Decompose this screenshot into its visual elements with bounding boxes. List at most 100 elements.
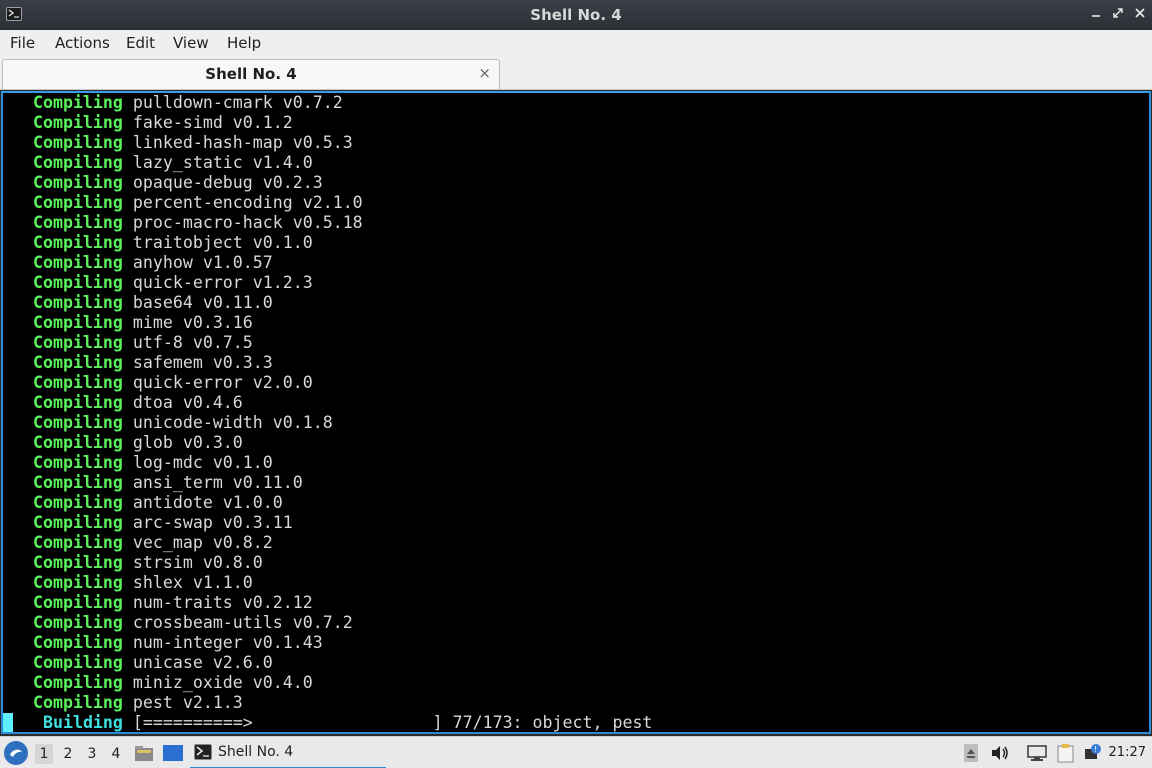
crate-name: mime v0.3.16 (122, 313, 253, 332)
terminal-line: Compiling anyhow v1.0.57 (3, 253, 652, 273)
building-keyword: Building (42, 713, 123, 732)
terminal-line: Compiling safemem v0.3.3 (3, 353, 652, 373)
terminal-line: Compiling opaque-debug v0.2.3 (3, 173, 652, 193)
menu-help[interactable]: Help (227, 34, 261, 52)
terminal-cursor (3, 713, 13, 732)
terminal-line: Compiling unicode-width v0.1.8 (3, 413, 652, 433)
compiling-keyword: Compiling (32, 473, 123, 492)
terminal-line: Compiling traitobject v0.1.0 (3, 233, 652, 253)
volume-icon[interactable] (990, 744, 1010, 762)
compiling-keyword: Compiling (32, 653, 123, 672)
clock[interactable]: 21:27 (1109, 745, 1146, 760)
desktop-4[interactable]: 4 (107, 744, 125, 764)
terminal-line: Compiling vec_map v0.8.2 (3, 533, 652, 553)
terminal-line: Compiling proc-macro-hack v0.5.18 (3, 213, 652, 233)
crate-name: glob v0.3.0 (122, 433, 243, 452)
terminal-line: Compiling unicase v2.6.0 (3, 653, 652, 673)
crate-name: shlex v1.1.0 (122, 573, 253, 592)
compiling-keyword: Compiling (32, 293, 123, 312)
terminal-line: Compiling percent-encoding v2.1.0 (3, 193, 652, 213)
eject-icon[interactable] (964, 744, 978, 762)
window-titlebar: Shell No. 4 (0, 0, 1152, 30)
tab-shell[interactable]: Shell No. 4 × (2, 59, 500, 89)
crate-name: quick-error v1.2.3 (122, 273, 313, 292)
crate-name: fake-simd v0.1.2 (122, 113, 293, 132)
terminal-line: Compiling arc-swap v0.3.11 (3, 513, 652, 533)
terminal-line: Compiling num-integer v0.1.43 (3, 633, 652, 653)
svg-text:!: ! (1094, 745, 1097, 754)
network-icon[interactable] (1027, 744, 1047, 762)
crate-name: num-traits v0.2.12 (122, 593, 313, 612)
terminal-line: Compiling antidote v1.0.0 (3, 493, 652, 513)
compiling-keyword: Compiling (32, 553, 123, 572)
compiling-keyword: Compiling (32, 673, 123, 692)
compiling-keyword: Compiling (32, 193, 123, 212)
compiling-keyword: Compiling (32, 93, 123, 112)
compiling-keyword: Compiling (32, 433, 123, 452)
terminal-line: Compiling mime v0.3.16 (3, 313, 652, 333)
desktop-2[interactable]: 2 (59, 744, 77, 764)
crate-name: percent-encoding v2.1.0 (122, 193, 363, 212)
crate-name: anyhow v1.0.57 (122, 253, 273, 272)
start-menu-icon[interactable] (4, 741, 28, 765)
tab-close-icon[interactable]: × (478, 64, 491, 82)
compiling-keyword: Compiling (32, 113, 123, 132)
terminal-line: Compiling shlex v1.1.0 (3, 573, 652, 593)
compiling-keyword: Compiling (32, 513, 123, 532)
compiling-keyword: Compiling (32, 253, 123, 272)
compiling-keyword: Compiling (32, 453, 123, 472)
show-desktop-icon[interactable] (162, 743, 184, 763)
notification-icon[interactable]: ! (1082, 743, 1102, 763)
crate-name: num-integer v0.1.43 (122, 633, 323, 652)
crate-name: strsim v0.8.0 (122, 553, 263, 572)
compiling-keyword: Compiling (32, 593, 123, 612)
terminal-line: Compiling miniz_oxide v0.4.0 (3, 673, 652, 693)
desktop-1[interactable]: 1 (35, 744, 53, 764)
menu-view[interactable]: View (173, 34, 209, 52)
menu-edit[interactable]: Edit (126, 34, 155, 52)
terminal-line: Compiling strsim v0.8.0 (3, 553, 652, 573)
menu-actions[interactable]: Actions (55, 34, 110, 52)
terminal-line: Compiling ansi_term v0.11.0 (3, 473, 652, 493)
compiling-keyword: Compiling (32, 333, 123, 352)
crate-name: pulldown-cmark v0.7.2 (122, 93, 343, 112)
compiling-keyword: Compiling (32, 313, 123, 332)
crate-name: opaque-debug v0.2.3 (122, 173, 323, 192)
clipboard-icon[interactable] (1055, 743, 1077, 763)
crate-name: utf-8 v0.7.5 (122, 333, 253, 352)
build-progress-text: 77/173: object, pest (442, 713, 653, 732)
compiling-keyword: Compiling (32, 633, 123, 652)
compiling-keyword: Compiling (32, 233, 123, 252)
compiling-keyword: Compiling (32, 133, 123, 152)
terminal-line: Compiling pulldown-cmark v0.7.2 (3, 93, 652, 113)
terminal-line: Compiling num-traits v0.2.12 (3, 593, 652, 613)
menu-file[interactable]: File (10, 34, 35, 52)
crate-name: proc-macro-hack v0.5.18 (122, 213, 363, 232)
crate-name: antidote v1.0.0 (122, 493, 283, 512)
close-icon[interactable] (1130, 5, 1150, 25)
terminal-icon (194, 744, 212, 760)
task-label: Shell No. 4 (218, 744, 294, 760)
crate-name: arc-swap v0.3.11 (122, 513, 293, 532)
compiling-keyword: Compiling (32, 353, 123, 372)
crate-name: lazy_static v1.4.0 (122, 153, 313, 172)
compiling-keyword: Compiling (32, 213, 123, 232)
desktop-3[interactable]: 3 (83, 744, 101, 764)
crate-name: traitobject v0.1.0 (122, 233, 313, 252)
compiling-keyword: Compiling (32, 273, 123, 292)
crate-name: vec_map v0.8.2 (122, 533, 273, 552)
terminal-line: Compiling quick-error v1.2.3 (3, 273, 652, 293)
terminal-line: Compiling crossbeam-utils v0.7.2 (3, 613, 652, 633)
build-progress-bar: [==========> ] (122, 713, 443, 732)
minimize-icon[interactable] (1086, 5, 1106, 25)
crate-name: log-mdc v0.1.0 (122, 453, 273, 472)
restore-icon[interactable] (1108, 5, 1128, 25)
taskbar-task-shell[interactable]: Shell No. 4 (190, 737, 386, 768)
tab-bar: Shell No. 4 × (0, 56, 1152, 90)
crate-name: quick-error v2.0.0 (122, 373, 313, 392)
terminal-line: Compiling log-mdc v0.1.0 (3, 453, 652, 473)
file-manager-icon[interactable] (134, 743, 154, 763)
terminal-line: Compiling linked-hash-map v0.5.3 (3, 133, 652, 153)
terminal-output[interactable]: Compiling pulldown-cmark v0.7.2 Compilin… (1, 91, 1151, 734)
compiling-keyword: Compiling (32, 173, 123, 192)
